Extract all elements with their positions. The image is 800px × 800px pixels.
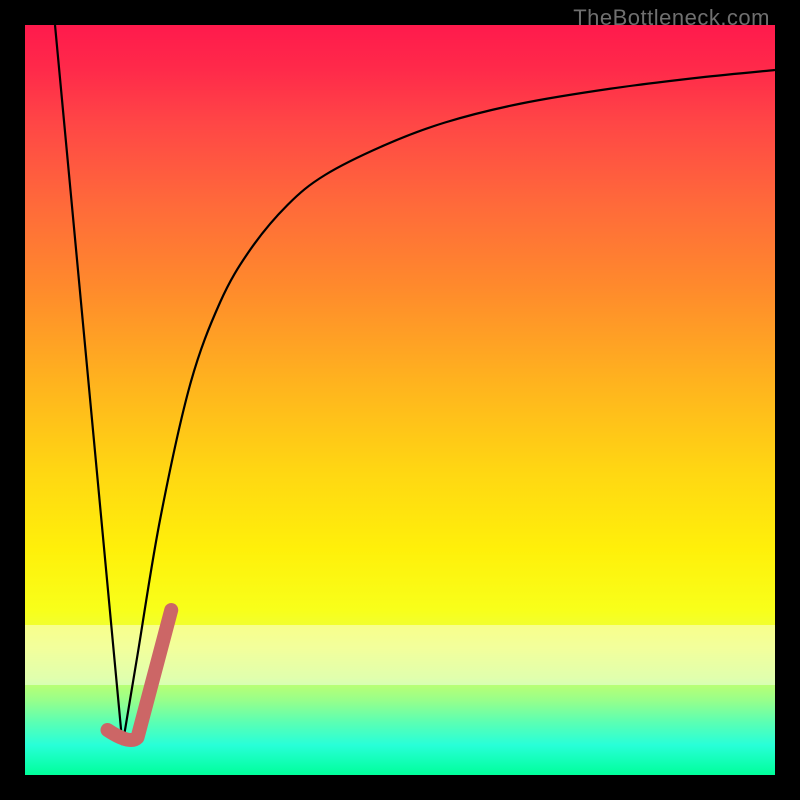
watermark-text: TheBottleneck.com: [573, 5, 770, 31]
marker-segment: [108, 610, 172, 740]
chart-svg: [25, 25, 775, 775]
chart-plot-area: [25, 25, 775, 775]
chart-frame: TheBottleneck.com: [0, 0, 800, 800]
